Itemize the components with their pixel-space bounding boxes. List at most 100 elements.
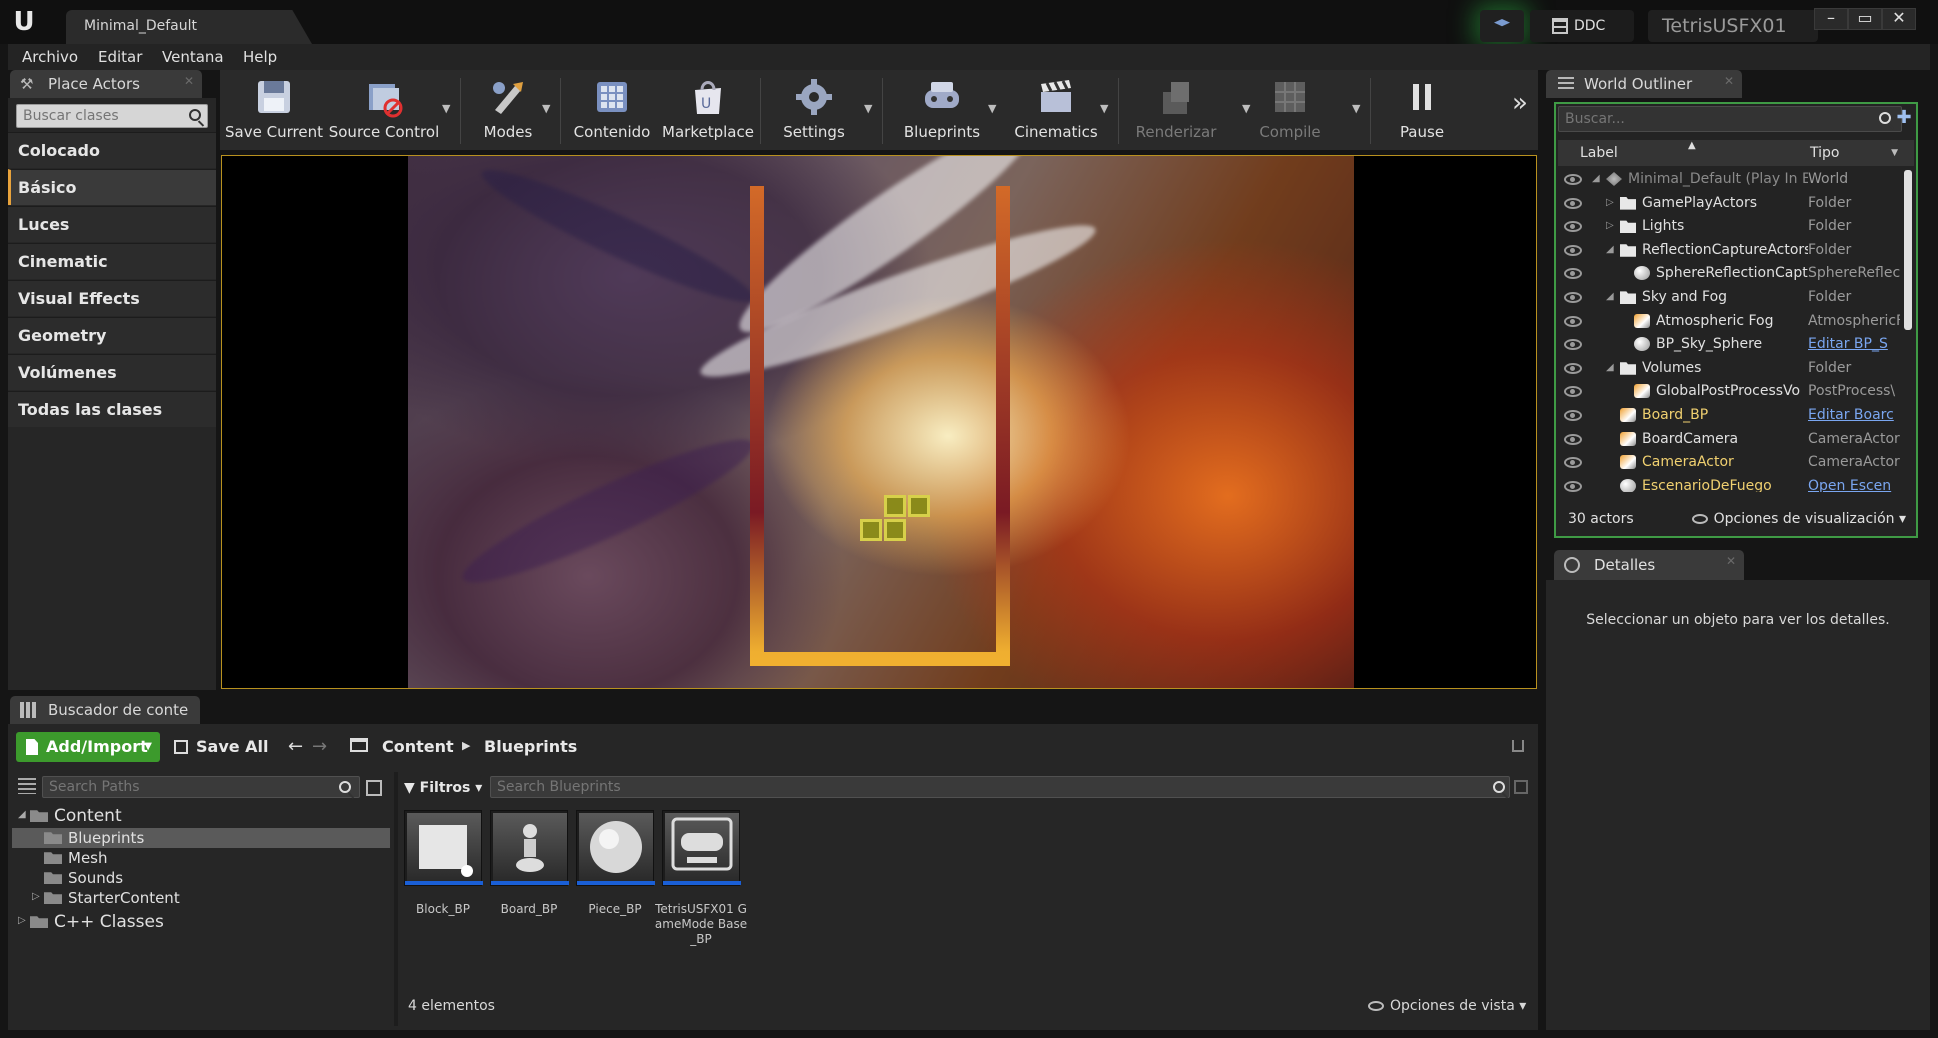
visibility-eye-icon[interactable] — [1564, 480, 1582, 492]
expand-arrow-icon[interactable]: ▷ — [32, 891, 40, 902]
maximize-button[interactable]: ▭ — [1848, 8, 1882, 30]
outliner-row[interactable]: BP_Sky_Sphere Editar BP_S — [1558, 333, 1902, 356]
path-tree-item[interactable]: Blueprints — [12, 828, 390, 848]
marketplace-button[interactable]: U Marketplace — [660, 70, 756, 150]
expand-arrow-icon[interactable]: ▷ — [18, 915, 26, 926]
outliner-row[interactable]: ◢ Volumes Folder — [1558, 357, 1902, 380]
source-control-dropdown-icon[interactable]: ▼ — [442, 102, 450, 115]
settings-dropdown-icon[interactable]: ▼ — [864, 102, 872, 115]
content-button[interactable]: Contenido — [566, 70, 658, 150]
class-search-input[interactable] — [17, 105, 177, 127]
outliner-row[interactable]: BoardCamera CameraActor — [1558, 428, 1902, 451]
category-basic[interactable]: Básico — [8, 169, 216, 205]
path-tree-item[interactable]: ▷ StarterContent — [12, 888, 390, 908]
column-type[interactable]: Tipo — [1810, 145, 1839, 161]
visibility-eye-icon[interactable] — [1564, 433, 1582, 445]
outliner-search-input[interactable] — [1559, 107, 1859, 131]
outliner-row[interactable]: ◢ Sky and Fog Folder — [1558, 286, 1902, 309]
outliner-row-edit-link[interactable]: Editar Boarc — [1808, 407, 1900, 423]
search-icon[interactable] — [189, 109, 201, 121]
visibility-eye-icon[interactable] — [1564, 457, 1582, 469]
modes-button[interactable]: Modes — [466, 70, 550, 150]
outliner-row[interactable]: GlobalPostProcessVo PostProcess\ — [1558, 380, 1902, 403]
expand-arrow-icon[interactable]: ◢ — [1606, 291, 1614, 302]
breadcrumb-content[interactable]: Content — [382, 737, 454, 756]
cinematics-dropdown-icon[interactable]: ▼ — [1100, 102, 1108, 115]
add-folder-icon[interactable]: ✚ — [1894, 108, 1914, 128]
search-icon[interactable] — [339, 781, 351, 793]
add-import-button[interactable]: Add/Import ▼ — [16, 732, 160, 762]
expand-arrow-icon[interactable]: ◢ — [1606, 362, 1614, 373]
breadcrumb-separator-icon[interactable]: ▶ — [462, 739, 470, 752]
path-tree-item[interactable]: Sounds — [12, 868, 390, 888]
outliner-row-edit-link[interactable]: Open Escen — [1808, 478, 1900, 492]
outliner-scrollbar[interactable] — [1904, 170, 1912, 330]
path-tree-item[interactable]: ▷ C++ Classes — [12, 912, 390, 932]
outliner-row[interactable]: ◢ Minimal_Default (Play In E World — [1558, 168, 1902, 191]
visibility-eye-icon[interactable] — [1564, 386, 1582, 398]
tutorial-button[interactable] — [1480, 10, 1524, 42]
visibility-eye-icon[interactable] — [1564, 362, 1582, 374]
render-button[interactable]: Renderizar — [1124, 70, 1228, 150]
menu-editar[interactable]: Editar — [98, 48, 142, 66]
ddc-button[interactable]: DDC — [1530, 10, 1634, 42]
back-arrow-icon[interactable]: ← — [288, 736, 303, 757]
visibility-eye-icon[interactable] — [1564, 174, 1582, 185]
category-all-classes[interactable]: Todas las clases — [8, 391, 216, 427]
category-volumes[interactable]: Volúmenes — [8, 354, 216, 390]
save-current-button[interactable]: Save Current — [222, 70, 326, 150]
level-viewport[interactable] — [221, 155, 1537, 689]
tab-close-icon[interactable]: ✕ — [1724, 74, 1734, 88]
minimize-button[interactable]: – — [1814, 8, 1848, 30]
place-actors-tab[interactable]: ⚒ Place Actors ✕ — [10, 70, 202, 98]
visibility-eye-icon[interactable] — [1564, 244, 1582, 256]
column-label[interactable]: Label — [1580, 145, 1618, 161]
outliner-row[interactable]: Board_BP Editar Boarc — [1558, 404, 1902, 427]
expand-arrow-icon[interactable]: ▷ — [1606, 220, 1614, 231]
filters-button[interactable]: ▼ Filtros ▾ — [404, 776, 484, 800]
source-control-button[interactable]: Source Control — [328, 70, 440, 150]
menu-ventana[interactable]: Ventana — [162, 48, 224, 66]
outliner-row[interactable]: ◢ ReflectionCaptureActors Folder — [1558, 239, 1902, 262]
blueprints-dropdown-icon[interactable]: ▼ — [988, 102, 996, 115]
outliner-row[interactable]: SphereReflectionCapt SphereReflec — [1558, 262, 1902, 285]
column-type-dropdown-icon[interactable]: ▼ — [1891, 148, 1898, 158]
visibility-eye-icon[interactable] — [1564, 221, 1582, 233]
expand-arrow-icon[interactable]: ◢ — [1606, 244, 1614, 255]
level-document-tab[interactable]: Minimal_Default — [66, 10, 312, 44]
tab-close-icon[interactable]: ✕ — [1726, 554, 1736, 568]
toolbar-overflow-icon[interactable]: » — [1512, 88, 1528, 118]
path-tree-item[interactable]: Mesh — [12, 848, 390, 868]
category-cinematic[interactable]: Cinematic — [8, 243, 216, 279]
blueprints-button[interactable]: Blueprints — [890, 70, 994, 150]
visibility-eye-icon[interactable] — [1564, 268, 1582, 280]
menu-archivo[interactable]: Archivo — [22, 48, 78, 66]
expand-arrow-icon[interactable]: ◢ — [1592, 173, 1600, 184]
menu-help[interactable]: Help — [243, 48, 277, 66]
visibility-eye-icon[interactable] — [1564, 315, 1582, 327]
visibility-eye-icon[interactable] — [1564, 339, 1582, 351]
close-window-button[interactable]: ✕ — [1882, 8, 1916, 30]
outliner-row[interactable]: ▷ GamePlayActors Folder — [1558, 192, 1902, 215]
view-options-button[interactable]: Opciones de vista ▾ — [1368, 998, 1526, 1014]
search-icon[interactable] — [1493, 781, 1505, 793]
category-geometry[interactable]: Geometry — [8, 317, 216, 353]
path-tree-item[interactable]: ◢ Content — [12, 806, 390, 826]
path-view-options-icon[interactable] — [366, 780, 382, 796]
lock-icon[interactable] — [1512, 740, 1524, 752]
outliner-row[interactable]: Atmospheric Fog AtmosphericF — [1558, 310, 1902, 333]
expand-arrow-icon[interactable]: ◢ — [18, 809, 26, 820]
search-icon[interactable] — [1879, 112, 1891, 124]
tab-close-icon[interactable]: ✕ — [184, 74, 194, 88]
category-lights[interactable]: Luces — [8, 206, 216, 242]
outliner-row-edit-link[interactable]: Editar BP_S — [1808, 336, 1900, 352]
outliner-row[interactable]: EscenarioDeFuego Open Escen — [1558, 475, 1902, 492]
pause-button[interactable]: Pause — [1380, 70, 1464, 150]
breadcrumb-blueprints[interactable]: Blueprints — [484, 737, 577, 756]
visibility-eye-icon[interactable] — [1564, 292, 1582, 303]
save-all-button[interactable]: Save All — [174, 732, 274, 762]
content-browser-tab[interactable]: Buscador de conte — [10, 696, 200, 724]
modes-dropdown-icon[interactable]: ▼ — [542, 102, 550, 115]
forward-arrow-icon[interactable]: → — [312, 736, 327, 757]
expand-arrow-icon[interactable]: ▷ — [1606, 197, 1614, 208]
